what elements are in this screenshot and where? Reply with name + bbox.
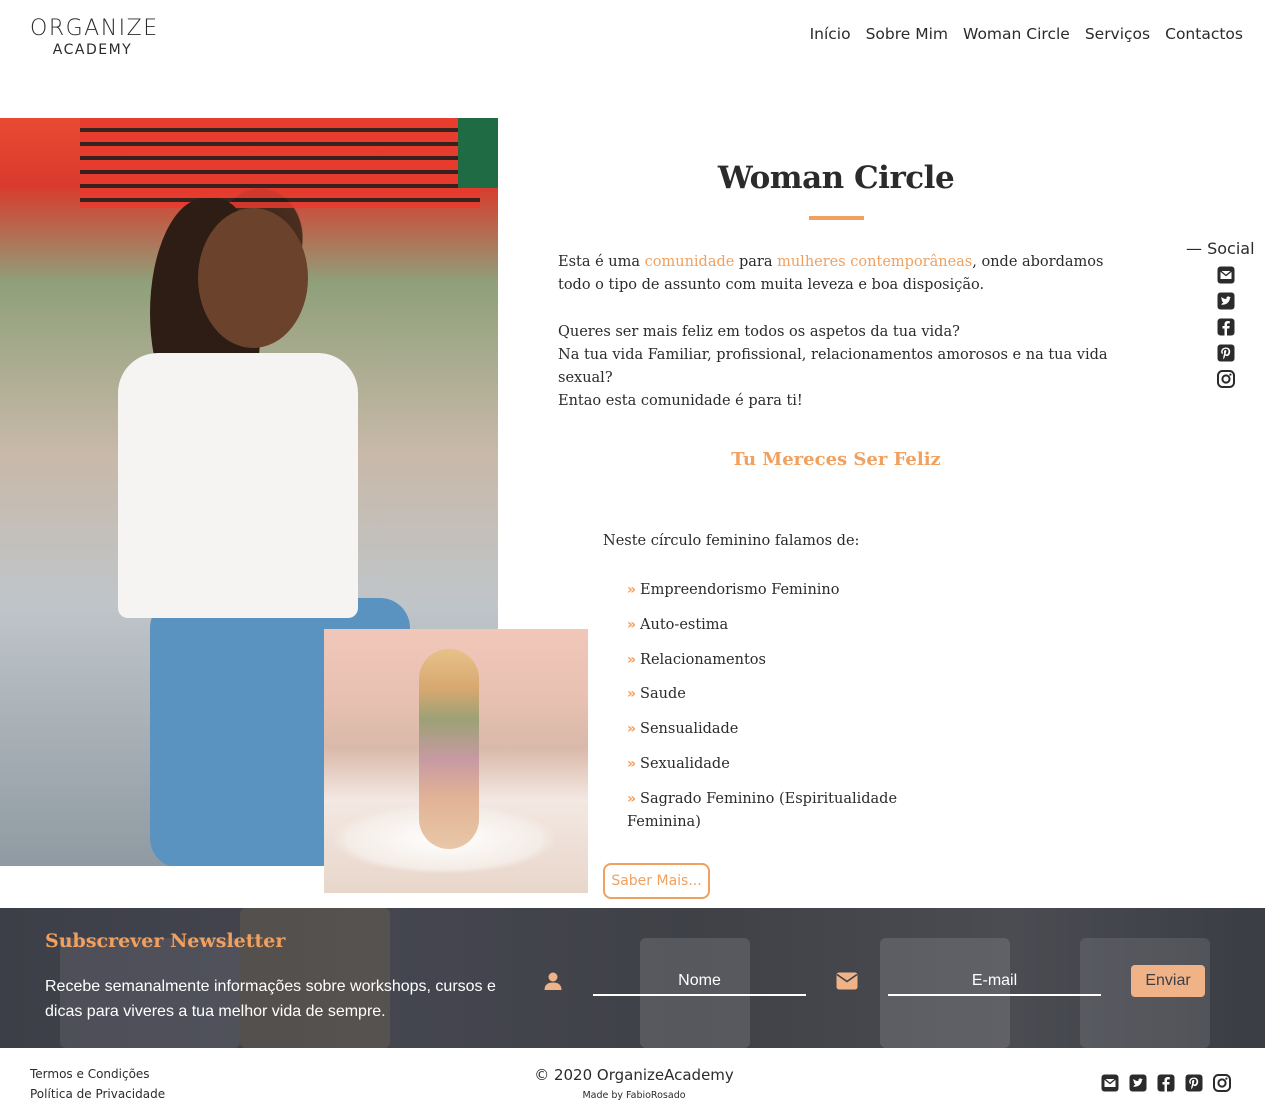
instagram-icon[interactable]	[1212, 1073, 1232, 1093]
list-item: » Sensualidade	[627, 721, 739, 738]
envelope-icon	[836, 972, 858, 990]
envelope-icon[interactable]	[1100, 1073, 1120, 1093]
nav-item-servicos[interactable]: Serviços	[1085, 24, 1150, 44]
copyright-text: © 2020 OrganizeAcademy	[534, 1066, 734, 1084]
facebook-icon[interactable]	[1216, 317, 1236, 337]
logo[interactable]: ORGANIZE ACADEMY	[30, 16, 159, 58]
question-line-2: Na tua vida Familiar, profissional, rela…	[558, 347, 1108, 386]
made-by-text: Made by FabioRosado	[582, 1090, 686, 1101]
topics-intro: Neste círculo feminino falamos de:	[603, 533, 860, 549]
logo-line2: ACADEMY	[52, 42, 133, 58]
title-underline	[809, 216, 864, 220]
section-subtitle: Tu Mereces Ser Feliz	[731, 449, 941, 470]
send-button[interactable]: Enviar	[1131, 965, 1205, 997]
list-item: » Sexualidade	[627, 755, 730, 772]
beach-photo-woman-dancing	[324, 629, 588, 893]
list-item: » Relacionamentos	[627, 651, 766, 668]
double-chevron-right-icon: »	[627, 616, 637, 633]
double-chevron-right-icon: »	[627, 582, 637, 598]
envelope-icon[interactable]	[1216, 265, 1236, 285]
newsletter-text: Recebe semanalmente informações sobre wo…	[45, 978, 496, 1020]
twitter-icon[interactable]	[1128, 1073, 1148, 1093]
instagram-icon[interactable]	[1216, 369, 1236, 389]
footer-links: Termos e Condições Política de Privacida…	[30, 1064, 165, 1104]
privacy-link[interactable]: Política de Privacidade	[30, 1084, 165, 1104]
pinterest-icon[interactable]	[1184, 1073, 1204, 1093]
question-line-1: Queres ser mais feliz em todos os aspeto…	[558, 324, 960, 340]
nav-item-inicio[interactable]: Início	[810, 24, 851, 44]
pinterest-icon[interactable]	[1216, 343, 1236, 363]
logo-line1: ORGANIZE	[30, 16, 159, 41]
list-item: » Auto-estima	[627, 616, 729, 633]
newsletter-title: Subscrever Newsletter	[45, 930, 286, 952]
page-title: Woman Circle	[717, 160, 955, 196]
main-nav: Início Sobre Mim Woman Circle Serviços C…	[795, 24, 1243, 44]
list-item: » Sagrado Feminino (Espiritualidade Femin…	[627, 790, 898, 830]
social-sidebar: — Social	[1186, 239, 1261, 388]
intro-accent-comunidade: comunidade	[644, 254, 735, 270]
double-chevron-right-icon: »	[627, 755, 637, 772]
intro-accent-mulheres: mulheres contemporâneas	[777, 254, 973, 270]
terms-link[interactable]: Termos e Condições	[30, 1064, 165, 1084]
nav-item-woman-circle[interactable]: Woman Circle	[963, 24, 1070, 44]
name-input[interactable]	[593, 968, 806, 996]
footer-social-icons	[1100, 1073, 1232, 1093]
facebook-icon[interactable]	[1156, 1073, 1176, 1093]
question-paragraph: Queres ser mais feliz em todos os aspeto…	[558, 321, 1128, 413]
double-chevron-right-icon: »	[627, 686, 637, 703]
twitter-icon[interactable]	[1216, 291, 1236, 311]
saber-mais-button[interactable]: Saber Mais...	[603, 863, 710, 899]
intro-text-middle: para	[734, 254, 778, 270]
list-item: » Saude	[627, 686, 686, 703]
newsletter-section: Subscrever Newsletter Recebe semanalment…	[0, 908, 1265, 1048]
email-input[interactable]	[888, 968, 1101, 996]
double-chevron-right-icon: »	[627, 651, 637, 668]
nav-item-contactos[interactable]: Contactos	[1165, 24, 1243, 44]
intro-text-before: Esta é uma	[558, 254, 645, 270]
question-line-3: Entao esta comunidade é para ti!	[558, 393, 803, 409]
list-item: » Empreendorismo Feminino	[627, 582, 840, 598]
double-chevron-right-icon: »	[627, 721, 637, 738]
social-label: — Social	[1186, 239, 1255, 258]
user-icon	[544, 972, 562, 990]
double-chevron-right-icon: »	[627, 790, 637, 807]
topics-list: » Empreendorismo Feminino » Auto-estima » R…	[627, 579, 907, 846]
nav-item-sobre-mim[interactable]: Sobre Mim	[866, 24, 948, 44]
intro-paragraph: Esta é uma comunidade para mulheres cont…	[558, 251, 1118, 297]
